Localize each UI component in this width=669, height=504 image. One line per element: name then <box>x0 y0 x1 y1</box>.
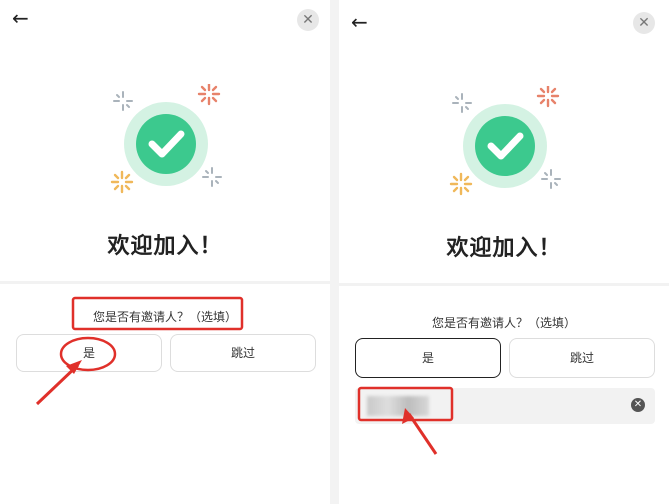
panel-divider <box>330 0 339 504</box>
sparkle-icon <box>197 84 221 106</box>
clear-input-icon[interactable]: ✕ <box>631 398 645 412</box>
screen-before: ← ✕ 欢迎加入！ 您是否有邀请人？（选填） 是 跳过 <box>0 0 330 504</box>
sparkle-icon <box>110 170 134 194</box>
close-icon[interactable]: ✕ <box>633 12 655 34</box>
blurred-inviter-code <box>367 396 429 416</box>
back-arrow-icon[interactable]: ← <box>351 10 368 34</box>
divider <box>339 283 669 286</box>
sparkle-icon <box>113 91 133 111</box>
divider <box>0 281 330 284</box>
success-check-icon <box>110 84 222 194</box>
sparkle-icon <box>541 169 561 189</box>
inviter-question: 您是否有邀请人？（选填） <box>92 310 237 324</box>
yes-button[interactable]: 是 <box>16 334 162 372</box>
screen-after: ← ✕ 欢迎加入！ 您是否有邀请人？（选填） 是 跳过 ✕ <box>339 0 669 504</box>
sparkle-icon <box>449 172 473 196</box>
sparkle-icon <box>536 86 560 108</box>
inviter-input[interactable]: ✕ <box>355 388 655 424</box>
welcome-title: 欢迎加入！ <box>107 234 223 259</box>
welcome-title: 欢迎加入！ <box>446 236 562 261</box>
sparkle-icon <box>202 167 222 187</box>
skip-button[interactable]: 跳过 <box>509 338 655 378</box>
success-check-icon <box>449 86 561 196</box>
close-icon[interactable]: ✕ <box>297 9 319 31</box>
yes-button[interactable]: 是 <box>355 338 501 378</box>
inviter-question: 您是否有邀请人？（选填） <box>431 316 576 330</box>
sparkle-icon <box>452 93 472 113</box>
skip-button[interactable]: 跳过 <box>170 334 316 372</box>
back-arrow-icon[interactable]: ← <box>12 6 29 30</box>
